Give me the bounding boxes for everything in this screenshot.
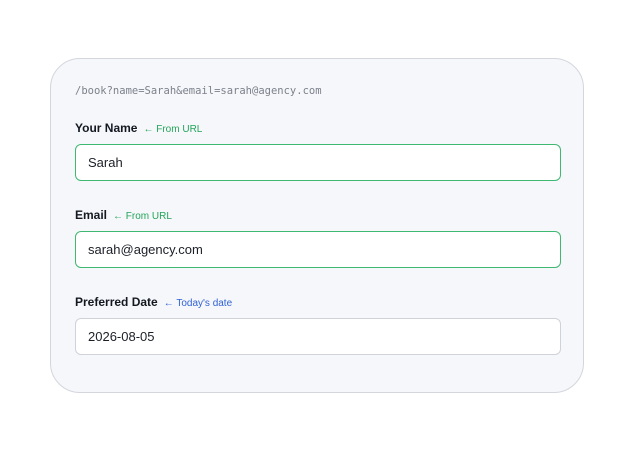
name-label: Your Name bbox=[75, 121, 138, 135]
date-source-hint: ← Today's date bbox=[163, 298, 233, 309]
preferred-date-label: Preferred Date bbox=[75, 295, 158, 309]
name-field: Your Name ← From URL bbox=[75, 121, 561, 181]
email-label-row: Email ← From URL bbox=[75, 208, 561, 224]
date-label-row: Preferred Date ← Today's date bbox=[75, 295, 561, 311]
url-preview: /book?name=Sarah&email=sarah@agency.com bbox=[75, 85, 322, 97]
preferred-date-input[interactable] bbox=[75, 318, 561, 355]
preferred-date-field: Preferred Date ← Today's date bbox=[75, 295, 561, 355]
email-field: Email ← From URL bbox=[75, 208, 561, 268]
booking-form-card: /book?name=Sarah&email=sarah@agency.com … bbox=[50, 58, 584, 393]
name-source-hint: ← From URL bbox=[143, 124, 203, 135]
email-label: Email bbox=[75, 208, 108, 222]
name-label-row: Your Name ← From URL bbox=[75, 121, 561, 137]
email-input[interactable] bbox=[75, 231, 561, 268]
email-source-hint: ← From URL bbox=[113, 211, 172, 222]
name-input[interactable] bbox=[75, 144, 561, 181]
